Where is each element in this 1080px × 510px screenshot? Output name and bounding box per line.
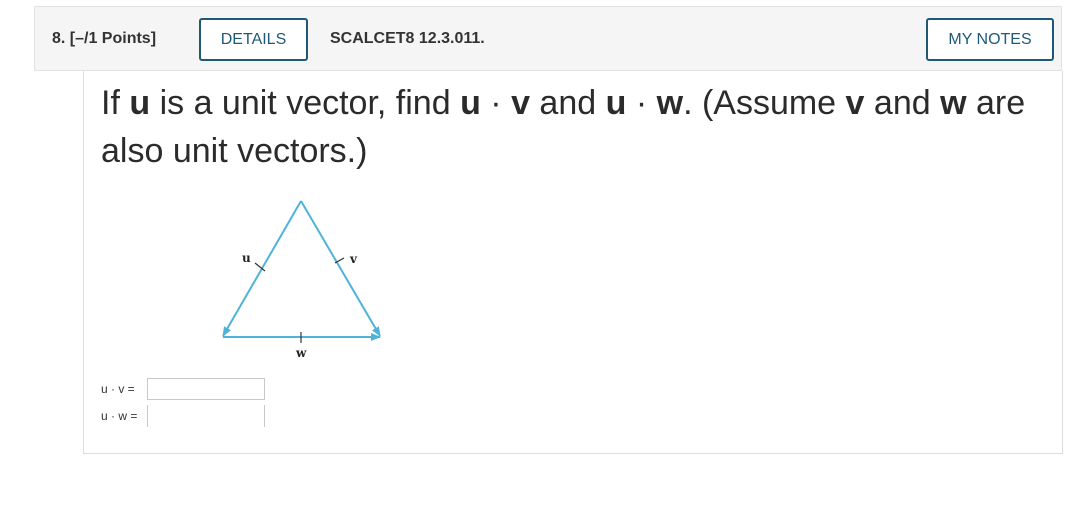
question-text: If u is a unit vector, find u · v and u … <box>101 84 1026 170</box>
problem-reference: SCALCET8 12.3.011. <box>330 30 485 47</box>
my-notes-button[interactable]: MY NOTES <box>926 18 1054 61</box>
label-u: u <box>242 251 251 265</box>
label-w: w <box>295 346 307 360</box>
u-dot-w-input[interactable] <box>147 405 265 427</box>
vector-triangle-figure: u v w <box>222 200 381 360</box>
u-dot-v-label: u · v = <box>101 382 135 396</box>
label-v: v <box>349 252 358 266</box>
answer-row-u-dot-w: u · w = <box>101 405 265 427</box>
question-header: 8. [–/1 Points] DETAILS SCALCET8 12.3.01… <box>34 6 1062 71</box>
question-number-points: 8. [–/1 Points] <box>52 30 157 47</box>
vector-v-arrow <box>300 200 381 337</box>
answer-row-u-dot-v: u · v = <box>101 378 265 400</box>
details-button[interactable]: DETAILS <box>199 18 308 61</box>
u-dot-v-input[interactable] <box>147 378 265 400</box>
question-content: If u is a unit vector, find u · v and u … <box>83 71 1063 454</box>
u-dot-w-label: u · w = <box>101 409 138 423</box>
